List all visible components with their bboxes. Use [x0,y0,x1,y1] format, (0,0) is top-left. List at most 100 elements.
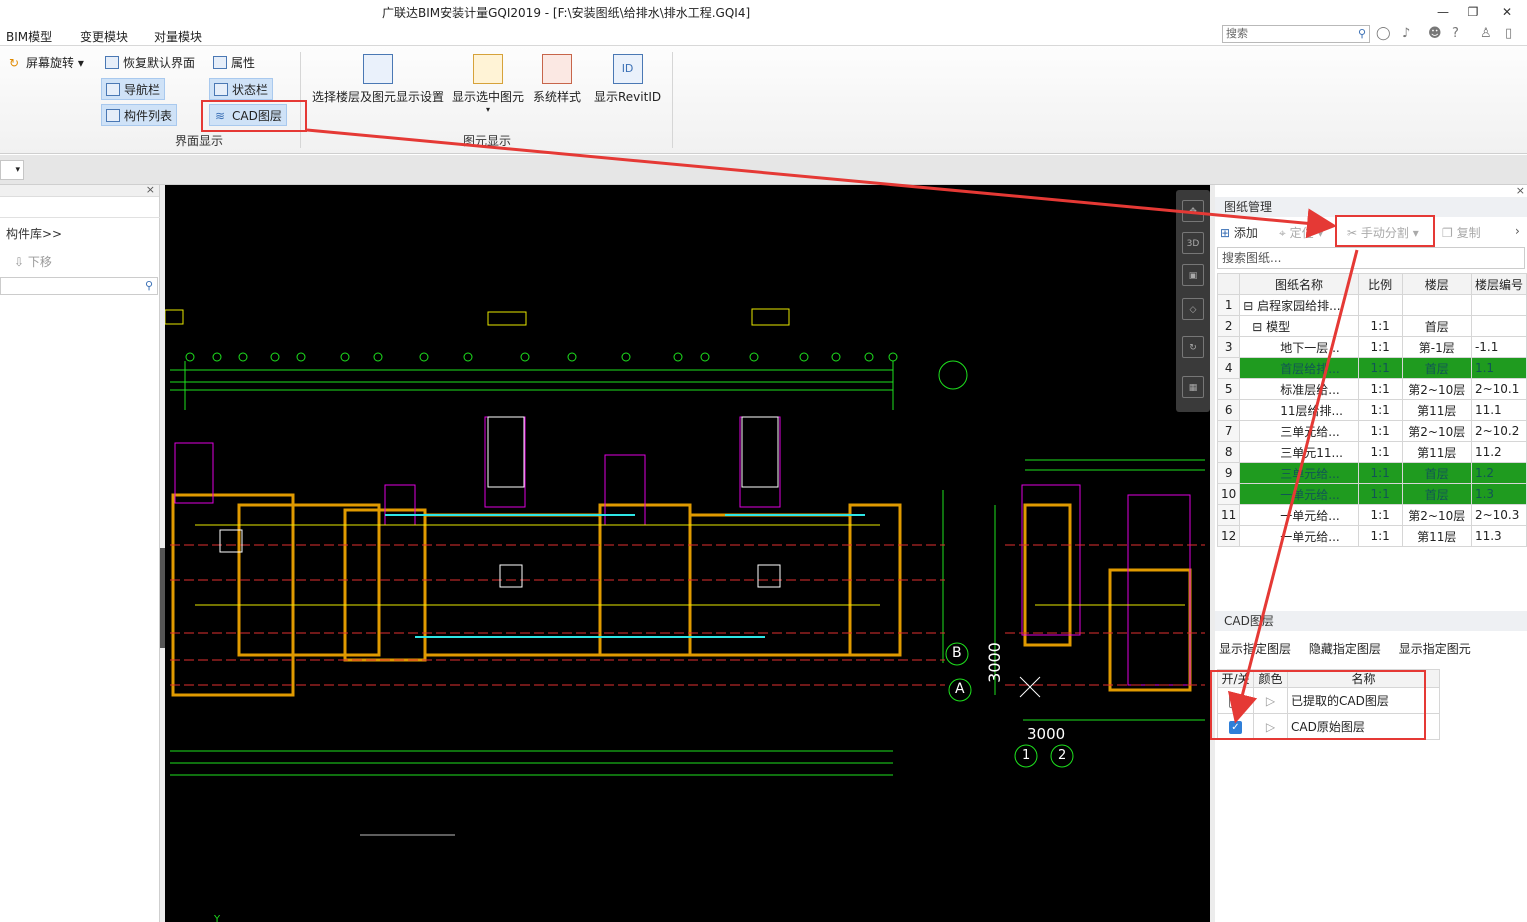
close-icon[interactable]: ✕ [1492,2,1522,22]
floor-cell: 第2~10层 [1401,504,1472,526]
component-search-input[interactable]: ⚲ [0,277,158,295]
hide-specified-layer-button[interactable]: 隐藏指定图层 [1309,642,1381,656]
drawing-name: 三单元11... [1280,445,1343,460]
tab-bim-model[interactable]: BIM模型 [6,28,52,45]
dimension-label: 3000 [1027,725,1066,743]
search-icon[interactable]: ⚲ [145,279,153,292]
floor-settings-icon [363,54,393,84]
skin-icon[interactable]: ♙ [1480,26,1492,41]
navbar-label: 导航栏 [124,83,161,97]
drawing-name: 一单元给... [1280,529,1340,544]
scale-cell: 1:1 [1357,420,1403,442]
locate-button[interactable]: ⌖ 定位 ▾ [1279,224,1323,241]
restore-default-button[interactable]: 恢复默认界面 [101,52,199,74]
add-label: 添加 [1233,226,1258,240]
user-icon[interactable]: ◯ [1376,26,1391,41]
collapse-icon[interactable]: ⊟ [1243,299,1257,313]
floor-cell: 首层 [1401,483,1472,505]
tab-reconcile-module[interactable]: 对量模块 [154,28,202,45]
drawing-name-cell: 首层给排... [1239,357,1359,379]
table-row[interactable]: 9 三单元给... 1:1 首层 1.2 [1216,462,1527,484]
cad-layer-toolbar: 显示指定图层 隐藏指定图层 显示指定图元 [1219,640,1485,657]
table-row[interactable]: 7 三单元给... 1:1 第2~10层 2~10.2 [1216,420,1527,442]
bell-icon[interactable]: ♪ [1402,26,1410,41]
search-icon[interactable]: ⚲ [1358,26,1366,42]
move-down-button[interactable]: ⇩ 下移 [14,253,52,270]
locate-label: 定位 [1289,226,1314,240]
component-library-link[interactable]: 构件库>> [6,225,62,242]
service-icon[interactable]: ☻ [1428,26,1442,41]
floor-cell: 第2~10层 [1401,420,1472,442]
rotate-button[interactable]: ↻ 屏幕旋转 ▾ [4,52,88,74]
show-specified-layer-button[interactable]: 显示指定图层 [1219,642,1291,656]
floor-code-cell: -1.1 [1470,336,1527,358]
more-icon[interactable]: › [1515,224,1520,238]
view-cube-icon[interactable]: ◇ [1182,298,1204,320]
bulb-icon [473,54,503,84]
row-number: 1 [1216,294,1241,316]
close-icon[interactable]: × [1516,184,1525,197]
show-revit-id-button[interactable]: ID 显示RevitID [594,54,661,105]
table-row[interactable]: 5 标准层给... 1:1 第2~10层 2~10.1 [1216,378,1527,400]
grid-icon[interactable]: ▦ [1182,376,1204,398]
restore-icon[interactable]: ❐ [1458,2,1488,22]
scale-cell: 1:1 [1357,504,1403,526]
annotation-box-cad-layers [1210,670,1426,740]
show-specified-elements-button[interactable]: 显示指定图元 [1399,642,1471,656]
scale-cell: 1:1 [1357,483,1403,505]
title-bar: 广联达BIM安装计量GQI2019 - [F:\安装图纸\给排水\排水工程.GQ… [0,0,1527,24]
scale-cell: 1:1 [1357,378,1403,400]
scale-cell: 1:1 [1357,399,1403,421]
view-top-icon[interactable]: ▣ [1182,264,1204,286]
table-row[interactable]: 6 11层给排... 1:1 第11层 11.1 [1216,399,1527,421]
show-selected-button[interactable]: 显示选中图元 ▾ [452,54,524,114]
floor-combo[interactable]: ▾ [0,160,24,180]
navigate-icon[interactable]: ✥ [1182,200,1204,222]
add-button[interactable]: ⊞ 添加 [1220,224,1258,241]
cad-canvas[interactable]: Y 3000 B A 3000 1 2 [165,185,1210,922]
cad-layers-header: CAD图层 [1215,611,1527,631]
panel-header: × [0,183,159,197]
table-row[interactable]: 10 一单元给... 1:1 首层 1.3 [1216,483,1527,505]
row-number: 6 [1216,399,1241,421]
copy-button[interactable]: ❐ 复制 [1442,224,1481,241]
menu-bar: BIM模型 变更模块 对量模块 搜索 ⚲ [0,24,1527,46]
component-list-button[interactable]: 构件列表 [101,104,178,126]
close-icon[interactable]: × [146,183,155,196]
table-row[interactable]: 1 ⊟ 启程家园给排... [1216,294,1527,316]
axis-label-b: B [952,645,962,661]
drawing-table: 图纸名称 比例 楼层 楼层编号 1 ⊟ 启程家园给排... 2 ⊟ 模型 1:1 首层 3 地… [1216,273,1527,547]
table-row[interactable]: 3 地下一层... 1:1 第-1层 -1.1 [1216,336,1527,358]
search-input[interactable]: 搜索 ⚲ [1222,25,1370,43]
drawing-name: 标准层给... [1280,382,1340,397]
help-icon[interactable]: ? [1452,26,1459,41]
collapse-icon[interactable]: ⊟ [1252,320,1266,334]
floor-code-cell: 1.2 [1470,462,1527,484]
table-row[interactable]: 2 ⊟ 模型 1:1 首层 [1216,315,1527,337]
tab-change-module[interactable]: 变更模块 [80,28,128,45]
table-row[interactable]: 8 三单元11... 1:1 第11层 11.2 [1216,441,1527,463]
minimize-icon[interactable]: — [1428,2,1458,22]
rotate-view-icon[interactable]: ↻ [1182,336,1204,358]
scale-cell: 1:1 [1357,525,1403,547]
properties-button[interactable]: 属性 [209,52,259,74]
shirt-icon[interactable]: ▯ [1505,26,1512,41]
divider [0,217,160,218]
toolbar-strip: ▾ [0,155,1527,185]
floor-cell [1401,294,1472,316]
statusbar-label: 状态栏 [232,83,269,97]
select-floor-button[interactable]: 选择楼层及图元显示设置 [312,54,444,105]
system-style-button[interactable]: 系统样式 [533,54,581,105]
column-header: 比例 [1357,273,1403,295]
view-3d-icon[interactable]: 3D [1182,232,1204,254]
navbar-button[interactable]: 导航栏 [101,78,166,100]
statusbar-button[interactable]: 状态栏 [209,78,274,100]
scale-cell: 1:1 [1357,441,1403,463]
column-header: 图纸名称 [1239,273,1359,295]
copy-label: 复制 [1456,226,1481,240]
table-row[interactable]: 4 首层给排... 1:1 首层 1.1 [1216,357,1527,379]
table-row[interactable]: 11 一单元给... 1:1 第2~10层 2~10.3 [1216,504,1527,526]
drawing-search-input[interactable]: 搜索图纸... [1217,247,1525,269]
table-row[interactable]: 12 一单元给... 1:1 第11层 11.3 [1216,525,1527,547]
view-toolbar: ✥ 3D ▣ ◇ ↻ ▦ [1176,190,1210,412]
